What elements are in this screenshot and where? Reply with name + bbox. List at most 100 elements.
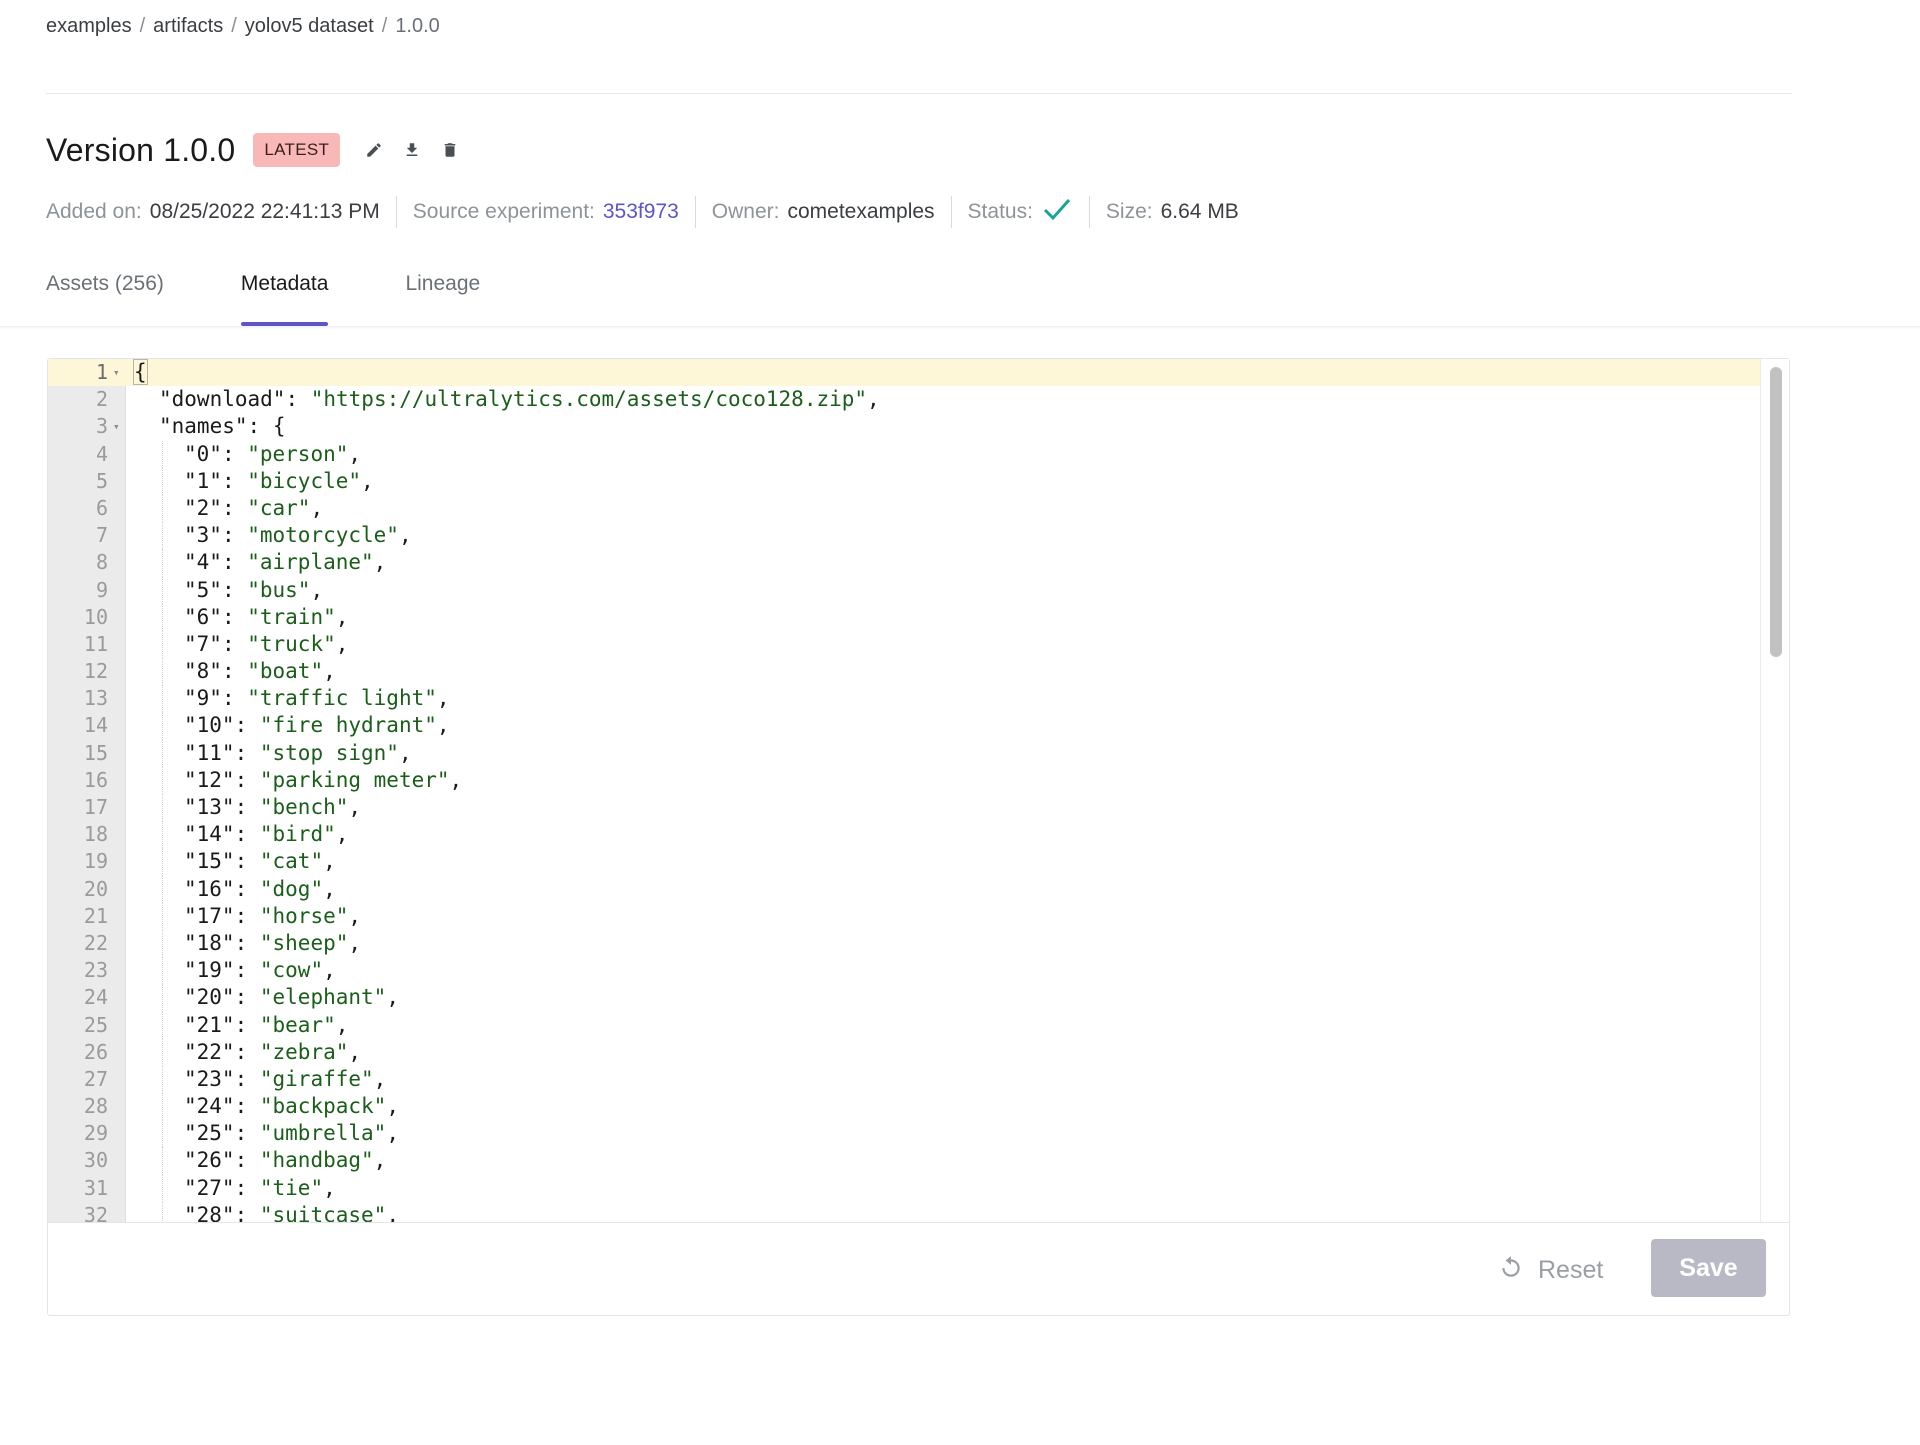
code-text: { (133, 359, 148, 385)
line-number: 15 (83, 740, 108, 765)
code-line[interactable]: 12 "8": "boat", (48, 658, 1760, 686)
code-line[interactable]: 29 "25": "umbrella", (48, 1120, 1760, 1148)
line-number: 14 (83, 713, 108, 738)
status: Status: (968, 196, 1090, 228)
line-number: 8 (95, 550, 108, 575)
code-text: "2": "car", (184, 495, 324, 520)
indent-guide (162, 658, 163, 686)
code-line[interactable]: 30 "26": "handbag", (48, 1147, 1760, 1175)
scrollbar-track[interactable] (1760, 359, 1789, 1222)
save-button[interactable]: Save (1651, 1239, 1766, 1297)
breadcrumb-item-dataset[interactable]: yolov5 dataset (245, 15, 374, 38)
code-text: "10": "fire hydrant", (184, 713, 450, 738)
code-text: "4": "airplane", (184, 550, 387, 575)
code-line[interactable]: 31 "27": "tie", (48, 1174, 1760, 1202)
breadcrumb-current: 1.0.0 (395, 15, 440, 37)
size: Size: 6.64 MB (1106, 196, 1255, 228)
code-line[interactable]: 14 "10": "fire hydrant", (48, 712, 1760, 740)
code-line[interactable]: 4 "0": "person", (48, 440, 1760, 468)
code-line[interactable]: 13 "9": "traffic light", (48, 685, 1760, 713)
download-icon[interactable] (402, 140, 422, 160)
line-number: 13 (83, 686, 108, 711)
code-line[interactable]: 23 "19": "cow", (48, 957, 1760, 985)
line-number: 17 (83, 795, 108, 819)
indent-guide (162, 739, 163, 767)
owner-value: cometexamples (787, 200, 935, 223)
code-line[interactable]: 25 "21": "bear", (48, 1011, 1760, 1039)
code-line[interactable]: 24 "20": "elephant", (48, 984, 1760, 1012)
breadcrumb-item-examples[interactable]: examples (46, 15, 132, 38)
code-line[interactable]: 32 "28": "suitcase", (48, 1201, 1760, 1222)
code-text: "5": "bus", (184, 577, 324, 602)
indent-guide (162, 576, 163, 604)
indent-guide (162, 1201, 163, 1222)
code-line[interactable]: 18 "14": "bird", (48, 821, 1760, 849)
code-line[interactable]: 26 "22": "zebra", (48, 1038, 1760, 1066)
tab-bar-shadow (0, 326, 1920, 329)
fold-arrow-icon[interactable]: ▾ (113, 413, 120, 440)
tab-metadata[interactable]: Metadata (240, 272, 328, 326)
code-line[interactable]: 15 "11": "stop sign", (48, 739, 1760, 767)
breadcrumb-separator: / (381, 15, 388, 37)
code-line[interactable]: 19 "15": "cat", (48, 848, 1760, 876)
breadcrumb: examples / artifacts / yolov5 dataset / … (46, 15, 440, 38)
code-line[interactable]: 2 "download": "https://ultralytics.com/as… (48, 386, 1760, 413)
code-text: "22": "zebra", (184, 1039, 362, 1064)
line-number: 10 (83, 604, 108, 629)
code-line[interactable]: 5 "1": "bicycle", (48, 467, 1760, 495)
line-number: 29 (83, 1121, 108, 1146)
fold-arrow-icon[interactable]: ▾ (113, 359, 120, 386)
code-line[interactable]: 3 ▾ "names": { (48, 413, 1760, 440)
indent-guide (162, 630, 163, 659)
code-text: "25": "umbrella", (184, 1121, 399, 1146)
code-text: "23": "giraffe", (184, 1066, 387, 1091)
code-line[interactable]: 8 "4": "airplane", (48, 549, 1760, 577)
code-area[interactable]: 1 ▾{2 "download": "https://ultralytics.com… (48, 359, 1760, 1222)
code-line[interactable]: 6 "2": "car", (48, 494, 1760, 523)
code-line[interactable]: 21 "17": "horse", (48, 902, 1760, 930)
editor-footer: Reset Save (48, 1222, 1789, 1315)
source-experiment-link[interactable]: 353f973 (603, 200, 679, 224)
code-line[interactable]: 20 "16": "dog", (48, 875, 1760, 903)
code-text: "28": "suitcase", (184, 1202, 399, 1222)
line-number: 19 (83, 849, 108, 874)
code-line[interactable]: 17 "13": "bench", (48, 794, 1760, 822)
code-text: "20": "elephant", (184, 985, 399, 1010)
code-text: "19": "cow", (184, 958, 336, 983)
code-line[interactable]: 1 ▾ { (48, 359, 1760, 387)
status-label: Status: (967, 200, 1033, 223)
code-line[interactable]: 16 "12": "parking meter", (48, 766, 1760, 794)
code-line[interactable]: 7 "3": "motorcycle", (48, 522, 1760, 550)
line-number: 20 (83, 876, 108, 901)
code-line[interactable]: 28 "24": "backpack", (48, 1093, 1760, 1121)
indent-guide (162, 1120, 163, 1148)
code-line[interactable]: 27 "23": "giraffe", (48, 1065, 1760, 1094)
line-number: 11 (83, 631, 108, 656)
tab-bar: Assets (256) Metadata Lineage (46, 272, 557, 326)
reset-button[interactable]: Reset (1498, 1247, 1603, 1293)
code-line[interactable]: 11 "7": "truck", (48, 630, 1760, 659)
code-text: "26": "handbag", (184, 1148, 387, 1173)
code-line[interactable]: 22 "18": "sheep", (48, 929, 1760, 958)
header-divider (46, 93, 1792, 94)
line-number: 31 (83, 1175, 108, 1200)
code-line[interactable]: 9 "5": "bus", (48, 576, 1760, 604)
trash-icon[interactable] (440, 140, 460, 160)
code-line[interactable]: 10 "6": "train", (48, 603, 1760, 631)
indent-guide (162, 1093, 163, 1121)
edit-icon[interactable] (364, 140, 384, 160)
scrollbar-thumb[interactable] (1770, 367, 1782, 657)
breadcrumb-item-artifacts[interactable]: artifacts (153, 15, 223, 38)
indent-guide (162, 467, 163, 495)
size-value: 6.64 MB (1160, 200, 1239, 223)
tab-lineage[interactable]: Lineage (405, 272, 480, 326)
added-on-value: 08/25/2022 22:41:13 PM (149, 200, 380, 223)
check-icon (1041, 194, 1073, 230)
indent-guide (162, 1011, 163, 1039)
tab-assets[interactable]: Assets (256) (46, 272, 164, 326)
json-editor[interactable]: 1 ▾{2 "download": "https://ultralytics.com… (48, 359, 1789, 1222)
line-number: 22 (83, 930, 108, 955)
code-text: "16": "dog", (184, 876, 336, 901)
line-number: 28 (83, 1094, 108, 1119)
breadcrumb-separator: / (231, 15, 237, 37)
